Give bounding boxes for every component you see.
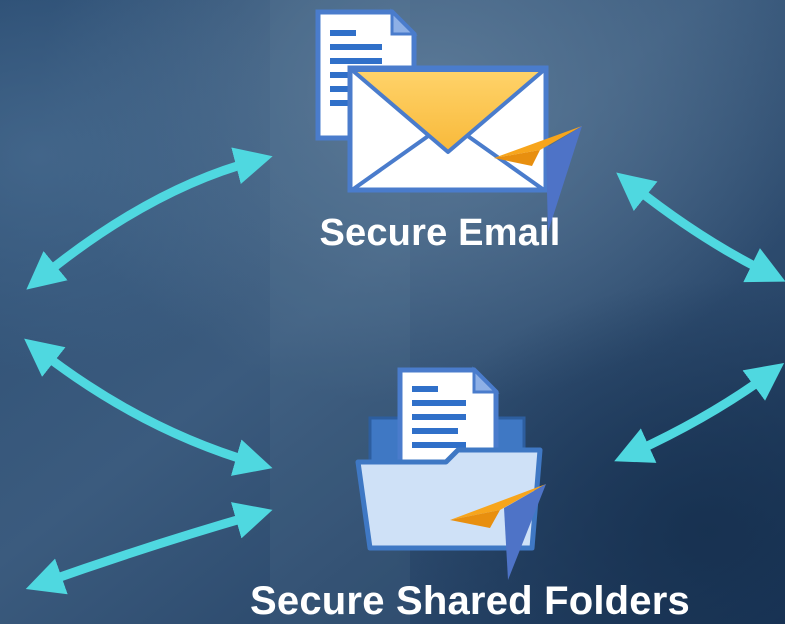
secure-shared-folders-label: Secure Shared Folders (250, 579, 690, 623)
shared-folder-icon (355, 366, 546, 580)
secure-email-label: Secure Email (319, 212, 561, 254)
